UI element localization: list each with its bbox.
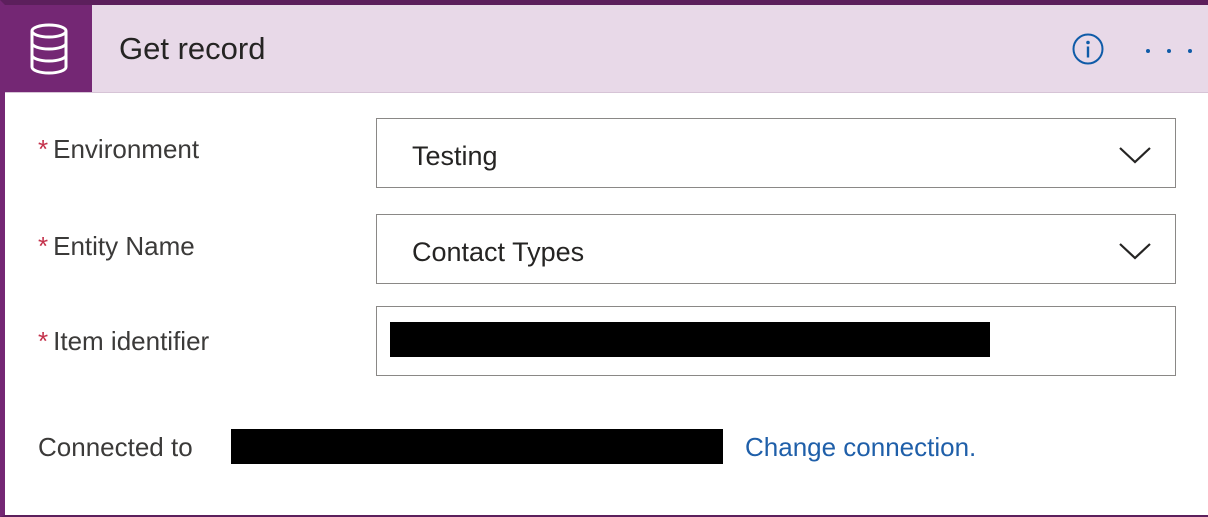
card-header[interactable]: Get record: [5, 5, 1208, 93]
environment-dropdown[interactable]: Testing: [376, 118, 1176, 188]
entity-name-dropdown[interactable]: Contact Types: [376, 214, 1176, 284]
item-identifier-input[interactable]: [376, 306, 1176, 376]
more-options-button[interactable]: [1144, 39, 1194, 63]
redacted-connection-name: [231, 429, 723, 464]
required-marker: *: [38, 134, 49, 164]
info-icon: [1072, 33, 1104, 65]
info-button[interactable]: [1071, 32, 1105, 66]
required-marker: *: [38, 231, 49, 261]
more-options-dot: [1167, 49, 1171, 53]
environment-label-text: Environment: [53, 134, 200, 164]
item-identifier-label: * Item identifier: [38, 325, 209, 357]
more-options-dot: [1188, 49, 1192, 53]
required-marker: *: [38, 326, 49, 356]
environment-value: Testing: [412, 141, 498, 171]
connected-to-label: Connected to: [38, 432, 193, 462]
item-identifier-label-text: Item identifier: [53, 326, 210, 356]
environment-label: * Environment: [38, 133, 199, 165]
database-icon: [30, 23, 67, 74]
redacted-value: [390, 322, 990, 357]
chevron-down-icon[interactable]: [1117, 139, 1153, 169]
entity-name-label-text: Entity Name: [53, 231, 195, 261]
get-record-action-card: Get record * Environment Testing * Entity …: [0, 0, 1208, 517]
entity-name-label: * Entity Name: [38, 230, 195, 262]
entity-name-value: Contact Types: [412, 237, 585, 267]
change-connection-link[interactable]: Change connection.: [745, 430, 976, 464]
chevron-down-icon[interactable]: [1117, 235, 1153, 265]
connector-icon-tile: [5, 5, 92, 92]
more-options-icon: [1146, 49, 1150, 53]
card-title[interactable]: Get record: [119, 29, 265, 69]
